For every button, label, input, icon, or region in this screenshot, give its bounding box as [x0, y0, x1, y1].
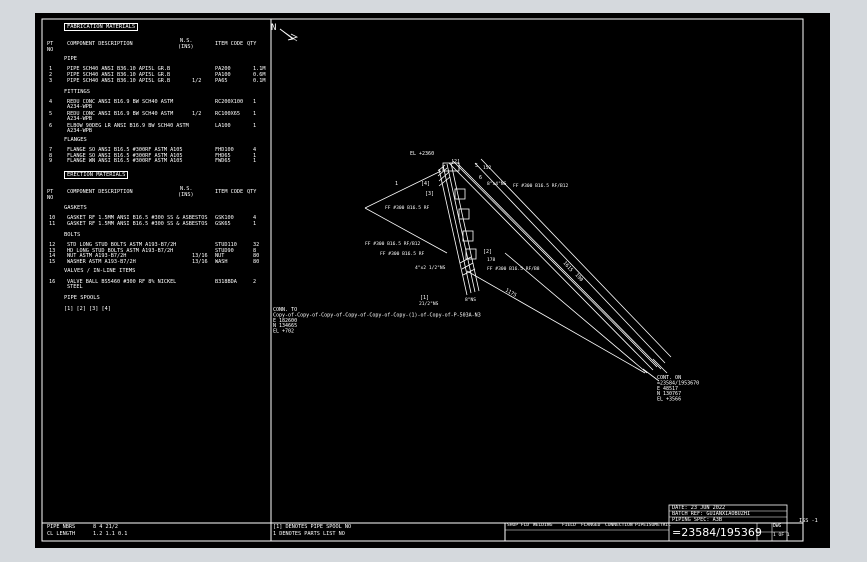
svg-text:4"x2 1/2"NS: 4"x2 1/2"NS: [415, 265, 446, 271]
conn-to-line: EL +702: [273, 329, 294, 335]
svg-text:6: 6: [479, 175, 482, 181]
svg-text:[2]: [2]: [451, 159, 460, 165]
svg-text:178: 178: [487, 257, 496, 263]
svg-text:190: 190: [574, 272, 585, 283]
svg-text:FF #300 B16.5 RF/B8: FF #300 B16.5 RF/B8: [487, 266, 540, 272]
svg-text:[3]: [3]: [425, 191, 434, 197]
svg-text:FF #300 B16.5 RF/B12: FF #300 B16.5 RF/B12: [513, 183, 569, 189]
svg-text:N: N: [271, 23, 276, 33]
svg-text:FF #300 B16.5 RF/B12: FF #300 B16.5 RF/B12: [365, 241, 421, 247]
svg-text:21/2"NS: 21/2"NS: [419, 301, 439, 307]
svg-text:5: 5: [475, 163, 478, 169]
svg-text:[4]: [4]: [421, 181, 430, 187]
svg-text:[1]: [1]: [420, 295, 429, 301]
svg-text:8"x4"NS: 8"x4"NS: [487, 181, 507, 187]
conn-to-block: CONN. TOCopy-of-Copy-of-Copy-of-Copy-of-…: [273, 307, 481, 335]
drawing-sheet: FABRICATION MATERIALS PT NO COMPONENT DE…: [35, 13, 830, 548]
svg-text:EL +2360: EL +2360: [410, 151, 434, 157]
cont-on-line: EL +3566: [657, 397, 681, 403]
svg-text:[2]: [2]: [483, 249, 492, 255]
svg-text:1615: 1615: [562, 260, 575, 273]
cont-on-block: CONT. ON=23584/1953670E 48517N 130767EL …: [657, 375, 699, 403]
svg-text:FF #300 B16.5 RF: FF #300 B16.5 RF: [380, 251, 424, 257]
conn-to-line: Copy-of-Copy-of-Copy-of-Copy-of-Copy-of-…: [273, 312, 481, 318]
isometric-drawing: N EL +2360 [2] [4] 1 [1] [3] [2] 5 6 8"x…: [271, 23, 699, 403]
svg-text:152: 152: [483, 165, 492, 171]
svg-text:1: 1: [395, 181, 398, 187]
svg-text:FF #300 B16.5 RF: FF #300 B16.5 RF: [385, 205, 429, 211]
svg-text:8"NS: 8"NS: [465, 297, 476, 303]
svg-text:1175: 1175: [504, 288, 517, 299]
north-arrow-icon: N: [271, 23, 299, 42]
